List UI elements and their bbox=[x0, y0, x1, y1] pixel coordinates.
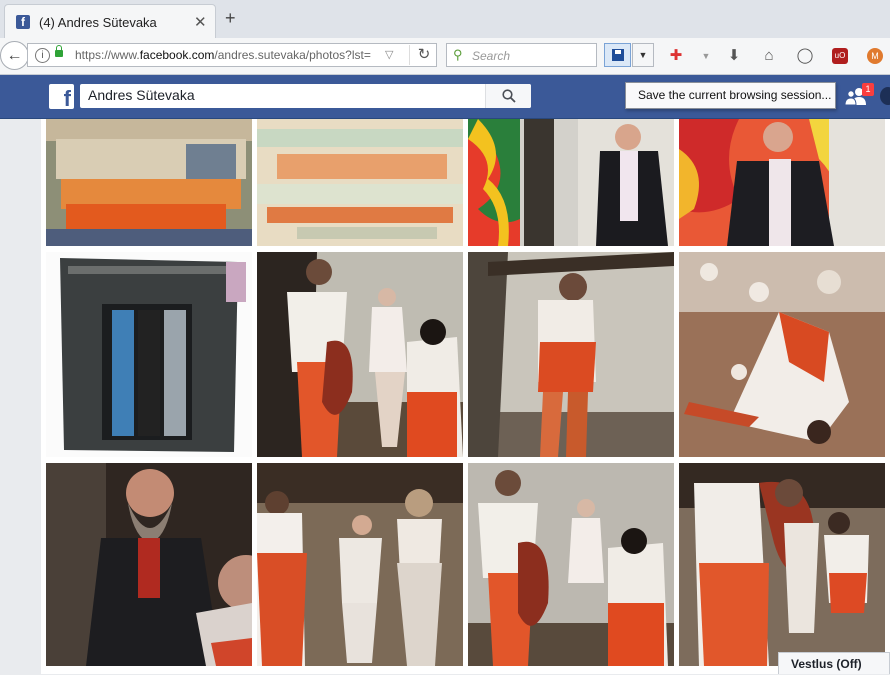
reload-button[interactable]: ↻ bbox=[409, 45, 438, 65]
home-icon[interactable]: ⌂ bbox=[760, 48, 778, 64]
photo-3[interactable] bbox=[468, 119, 674, 246]
search-engine-icon[interactable]: ⚲ bbox=[453, 47, 463, 63]
close-tab-icon[interactable]: ✕ bbox=[194, 13, 207, 31]
url-bar[interactable]: i https://www.facebook.com/andres.suteva… bbox=[27, 43, 437, 67]
save-session-dropdown[interactable]: ▼ bbox=[632, 43, 654, 67]
left-gutter bbox=[0, 119, 41, 674]
facebook-search-button[interactable] bbox=[485, 84, 531, 108]
back-button[interactable]: ← bbox=[0, 41, 29, 70]
tab-title: (4) Andres Sütevaka bbox=[39, 15, 157, 30]
photo-9[interactable] bbox=[46, 463, 252, 666]
lock-icon bbox=[55, 45, 63, 57]
facebook-search-field[interactable]: Andres Sütevaka bbox=[80, 84, 531, 108]
new-tab-button[interactable]: + bbox=[225, 8, 236, 29]
extension-m-icon[interactable]: M bbox=[867, 48, 883, 64]
download-icon[interactable]: ⬇ bbox=[725, 48, 743, 64]
photo-7[interactable] bbox=[468, 252, 674, 457]
facebook-favicon-icon: f bbox=[16, 15, 30, 29]
photo-1[interactable] bbox=[46, 119, 252, 246]
search-placeholder: Search bbox=[472, 49, 511, 63]
photo-6[interactable] bbox=[257, 252, 463, 457]
site-info-icon[interactable]: i bbox=[35, 48, 50, 63]
chevron-down-icon[interactable]: ▼ bbox=[697, 48, 715, 64]
photo-12[interactable] bbox=[679, 463, 885, 666]
navigation-toolbar: ← i https://www.facebook.com/andres.sute… bbox=[0, 38, 890, 75]
floppy-disk-icon bbox=[612, 49, 624, 61]
search-input[interactable]: ⚲ Search bbox=[446, 43, 597, 67]
search-icon bbox=[501, 89, 516, 103]
friend-requests-badge: 1 bbox=[862, 83, 874, 96]
browser-tab-bar: f (4) Andres Sütevaka ✕ + bbox=[0, 0, 890, 39]
photo-4[interactable] bbox=[679, 119, 885, 246]
chat-sidebar-toggle[interactable]: Vestlus (Off) bbox=[778, 652, 890, 674]
save-session-button[interactable] bbox=[604, 43, 631, 67]
browser-tab[interactable]: f (4) Andres Sütevaka ✕ bbox=[4, 4, 216, 38]
url-text: https://www.facebook.com/andres.sutevaka… bbox=[75, 48, 371, 62]
facebook-search-value: Andres Sütevaka bbox=[88, 87, 195, 103]
photo-2[interactable] bbox=[257, 119, 463, 246]
messages-icon[interactable] bbox=[880, 87, 890, 105]
ublock-icon[interactable]: uO bbox=[832, 48, 848, 64]
photo-8[interactable] bbox=[679, 252, 885, 457]
url-dropdown-icon[interactable]: ▽ bbox=[385, 48, 393, 61]
photo-5[interactable] bbox=[46, 252, 252, 457]
facebook-logo-icon[interactable]: f bbox=[49, 84, 74, 109]
plus-cross-icon[interactable]: ✚ bbox=[667, 48, 685, 64]
photo-11[interactable] bbox=[468, 463, 674, 666]
photo-10[interactable] bbox=[257, 463, 463, 666]
save-session-tooltip: Save the current browsing session... bbox=[625, 82, 836, 109]
pocket-icon[interactable]: ◯ bbox=[796, 48, 814, 64]
